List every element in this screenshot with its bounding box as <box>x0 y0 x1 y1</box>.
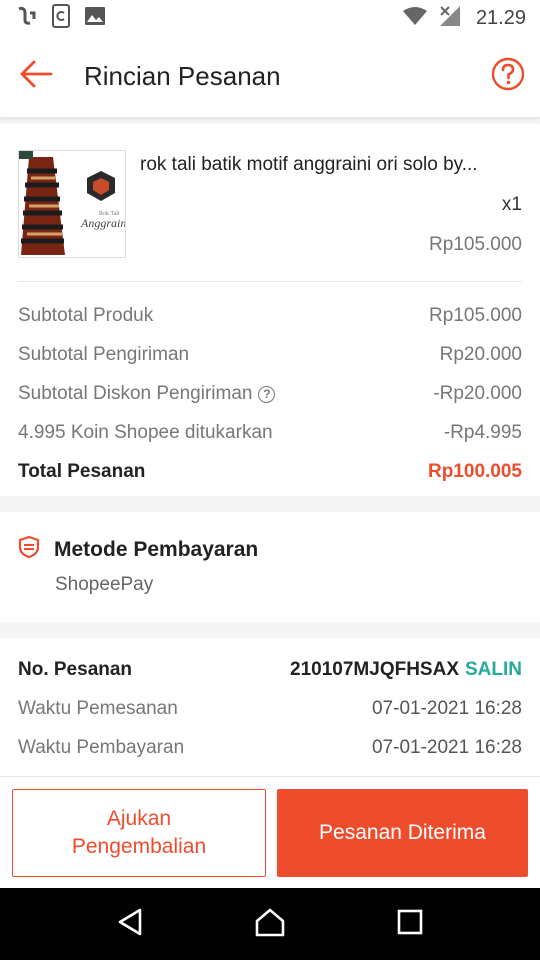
return-request-button[interactable]: Ajukan Pengembalian <box>12 789 266 877</box>
image-icon <box>84 6 106 31</box>
summary-row: Subtotal Pengiriman Rp20.000 <box>18 341 522 369</box>
summary-value: -Rp4.995 <box>443 422 522 443</box>
order-time-row: Waktu Pemesanan 07-01-2021 16:28 <box>18 695 522 723</box>
order-number-value: 210107MJQFHSAX <box>290 659 459 680</box>
payment-time-value: 07-01-2021 16:28 <box>371 737 522 758</box>
help-icon <box>491 57 525 96</box>
system-nav-bar <box>0 888 540 960</box>
order-detail-content[interactable]: Rok Tali Anggraini rok tali batik motif … <box>0 118 540 776</box>
summary-label: Subtotal Pengiriman <box>18 344 190 365</box>
product-name: rok tali batik motif anggraini ori solo … <box>140 154 478 175</box>
payment-method: ShopeePay <box>55 574 154 595</box>
total-label: Total Pesanan <box>18 461 146 482</box>
summary-label: 4.995 Koin Shopee ditukarkan <box>18 422 273 443</box>
back-nav-icon <box>116 907 144 942</box>
back-nav-button[interactable] <box>100 894 160 954</box>
total-row: Total Pesanan Rp100.005 <box>18 458 522 486</box>
status-time: 21.29 <box>475 6 526 29</box>
return-button-label: Ajukan Pengembalian <box>72 805 206 861</box>
recents-nav-button[interactable] <box>380 894 440 954</box>
summary-label: Subtotal Diskon Pengiriman <box>18 383 253 404</box>
summary-row: 4.995 Koin Shopee ditukarkan -Rp4.995 <box>18 419 522 447</box>
product-quantity: x1 <box>501 194 522 215</box>
total-value: Rp100.005 <box>427 461 522 482</box>
product-item[interactable]: Rok Tali Anggraini rok tali batik motif … <box>18 150 522 282</box>
bottom-action-bar: Ajukan Pengembalian Pesanan Diterima <box>0 776 540 888</box>
summary-row: Subtotal Produk Rp105.000 <box>18 302 522 330</box>
payment-title: Metode Pembayaran <box>54 537 259 561</box>
return-label-line1: Ajukan <box>106 807 172 830</box>
summary-label: Subtotal Produk <box>18 305 154 326</box>
status-bar: 21.29 <box>0 0 540 36</box>
copy-order-number-button[interactable]: SALIN <box>465 659 522 681</box>
app-bar: Rincian Pesanan <box>0 36 540 118</box>
payment-method-card: Metode Pembayaran ShopeePay <box>0 512 540 622</box>
return-label-line2: Pengembalian <box>71 835 207 858</box>
product-price: Rp105.000 <box>429 234 522 255</box>
page-title: Rincian Pesanan <box>84 61 281 91</box>
payment-time-row: Waktu Pembayaran 07-01-2021 16:28 <box>18 734 522 762</box>
summary-value: -Rp20.000 <box>433 383 522 404</box>
product-thumbnail: Rok Tali Anggraini <box>18 150 126 258</box>
summary-value: Rp20.000 <box>439 344 522 365</box>
order-time-value: 07-01-2021 16:28 <box>371 698 522 719</box>
shield-icon <box>18 535 40 563</box>
recents-nav-icon <box>397 909 423 940</box>
home-nav-button[interactable] <box>240 894 300 954</box>
summary-value: Rp105.000 <box>429 305 522 326</box>
help-button[interactable] <box>476 36 540 118</box>
order-received-button[interactable]: Pesanan Diterima <box>277 789 528 877</box>
home-nav-icon <box>254 907 286 942</box>
order-time-label: Waktu Pemesanan <box>18 698 178 719</box>
info-icon[interactable]: ? <box>258 385 276 403</box>
signal-icon <box>438 5 462 32</box>
summary-row: Subtotal Diskon Pengiriman ? -Rp20.000 <box>18 380 522 408</box>
product-card: Rok Tali Anggraini rok tali batik motif … <box>0 124 540 496</box>
sync-icon <box>52 3 70 33</box>
back-button[interactable] <box>0 36 72 118</box>
order-info-card: No. Pesanan 210107MJQFHSAX SALIN Waktu P… <box>0 638 540 776</box>
app-notification-icon <box>16 5 38 32</box>
back-arrow-icon <box>19 60 53 93</box>
order-number-label: No. Pesanan <box>18 659 133 680</box>
thumb-text: Anggraini <box>80 216 126 230</box>
payment-time-label: Waktu Pembayaran <box>18 737 185 758</box>
wifi-icon <box>402 6 428 31</box>
order-number-row: No. Pesanan 210107MJQFHSAX SALIN <box>18 656 522 684</box>
